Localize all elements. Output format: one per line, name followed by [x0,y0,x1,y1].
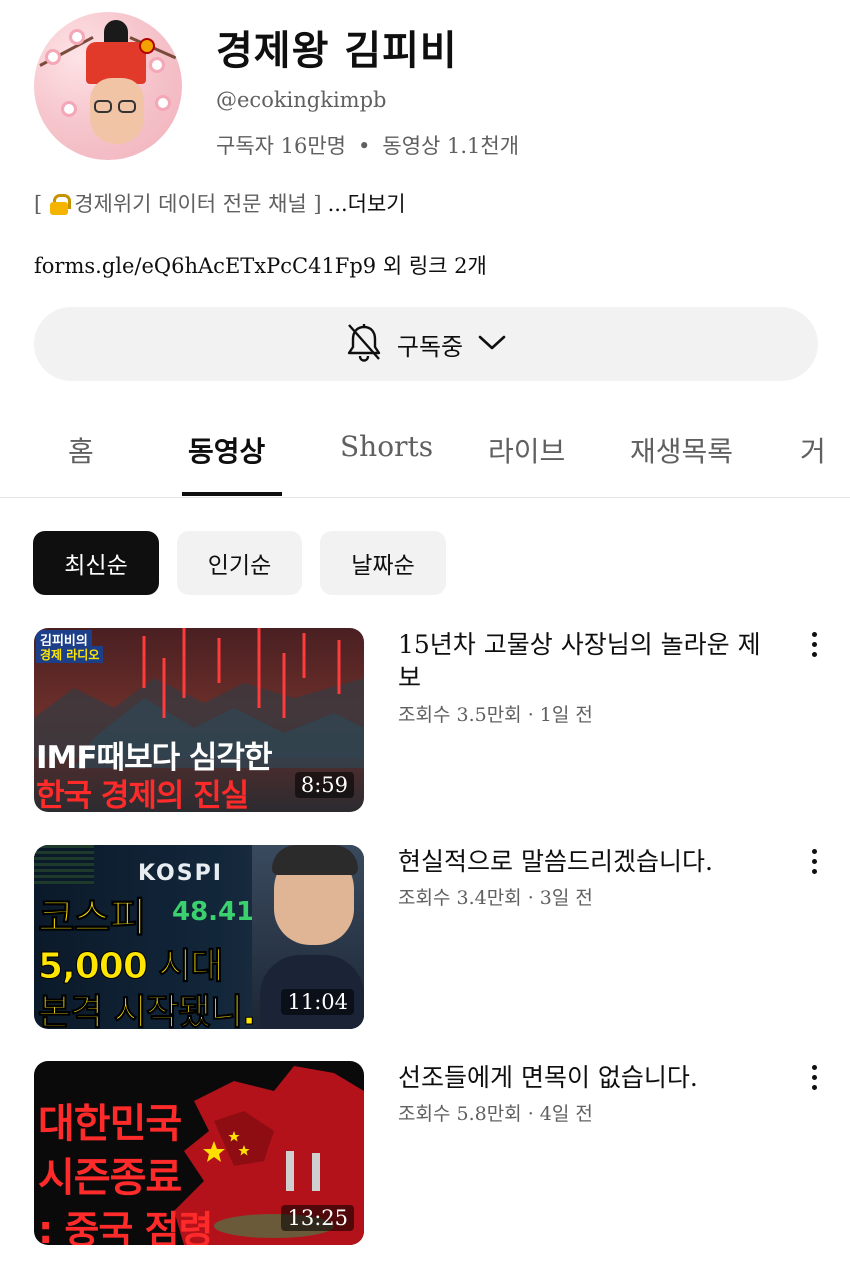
tab-community[interactable]: 거 [800,430,826,470]
video-duration: 11:04 [281,989,354,1015]
bell-off-icon [345,322,383,366]
thumb-caption-2: 시즌종료 [38,1155,182,1201]
video-duration: 8:59 [294,772,354,798]
channel-links[interactable]: forms.gle/eQ6hAcETxPcC41Fp9 외 링크 2개 [34,250,487,280]
more-button[interactable]: ...더보기 [328,192,406,216]
more-vert-icon[interactable] [810,632,818,662]
thumb-number: 48.41 [172,897,255,927]
channel-avatar[interactable] [34,12,182,160]
video-meta: 조회수 3.5만회 · 1일 전 [398,704,593,726]
active-tab-indicator [182,492,282,496]
video-item[interactable]: 대한민국 시즌종료 : 중국 점령 13:25 선조들에게 면목이 없습니다. … [34,1061,818,1245]
lock-icon [50,194,72,215]
stats-separator: • [358,134,371,158]
thumb-caption-2: 한국 경제의 진실 [36,778,249,812]
video-meta: 조회수 3.4만회 · 3일 전 [398,887,593,909]
subscribed-label: 구독중 [396,332,464,361]
more-links[interactable]: 외 링크 2개 [376,254,487,278]
video-thumbnail[interactable]: 대한민국 시즌종료 : 중국 점령 13:25 [34,1061,364,1245]
thumb-caption-1: 코스피 [37,895,146,942]
chip-popular[interactable]: 인기순 [177,531,302,595]
description-text: 경제위기 데이터 전문 채널 ] [74,192,322,216]
channel-link[interactable]: forms.gle/eQ6hAcETxPcC41Fp9 [34,254,376,278]
video-count: 동영상 1.1천개 [382,134,520,158]
video-thumbnail[interactable]: 김피비의 경제 라디오 IMF때보다 심각한 한국 경제의 진실 8:59 [34,628,364,812]
thumb-caption-3: : 중국 점령 [38,1208,213,1245]
video-title[interactable]: 현실적으로 말씀드리겠습니다. [398,845,768,878]
channel-name: 경제왕 김피비 [216,27,458,74]
thumb-badge-sub: 경제 라디오 [36,646,104,663]
thumb-ticker: KOSPI [138,861,223,886]
channel-tabs: 홈 동영상 Shorts 라이브 재생목록 거 [0,412,850,498]
channel-description[interactable]: [ 경제위기 데이터 전문 채널 ] ...더보기 [34,188,406,218]
tab-videos[interactable]: 동영상 [188,430,265,470]
more-vert-icon[interactable] [810,849,818,879]
tab-live[interactable]: 라이브 [488,430,565,470]
tab-playlists[interactable]: 재생목록 [630,430,733,470]
channel-handle: @ecokingkimpb [216,88,387,112]
tab-home[interactable]: 홈 [68,430,94,470]
video-item[interactable]: 김피비의 경제 라디오 IMF때보다 심각한 한국 경제의 진실 8:59 15… [34,628,818,812]
tab-shorts[interactable]: Shorts [340,430,433,463]
video-title[interactable]: 15년차 고물상 사장님의 놀라운 제보 [398,628,768,694]
more-vert-icon[interactable] [810,1065,818,1095]
chevron-down-icon [477,332,507,356]
channel-stats: 구독자 16만명 • 동영상 1.1천개 [216,130,519,160]
thumb-caption-1: 대한민국 [38,1101,182,1147]
subscriber-count: 구독자 16만명 [216,134,346,158]
subscribed-button[interactable]: 구독중 [34,307,818,381]
thumb-caption-3: 본격 시작됐니. [38,992,257,1030]
video-thumbnail[interactable]: KOSPI 48.41 코스피 5,000 시대 본격 시작됐니. 11:04 [34,845,364,1029]
chip-oldest[interactable]: 날짜순 [320,531,446,595]
thumb-caption-2: 5,000 시대 [38,946,225,988]
video-duration: 13:25 [281,1205,354,1231]
description-bracket: [ [34,192,43,216]
chip-latest[interactable]: 최신순 [33,531,159,595]
video-item[interactable]: KOSPI 48.41 코스피 5,000 시대 본격 시작됐니. 11:04 … [34,845,818,1029]
video-title[interactable]: 선조들에게 면목이 없습니다. [398,1061,768,1094]
video-meta: 조회수 5.8만회 · 4일 전 [398,1103,593,1125]
